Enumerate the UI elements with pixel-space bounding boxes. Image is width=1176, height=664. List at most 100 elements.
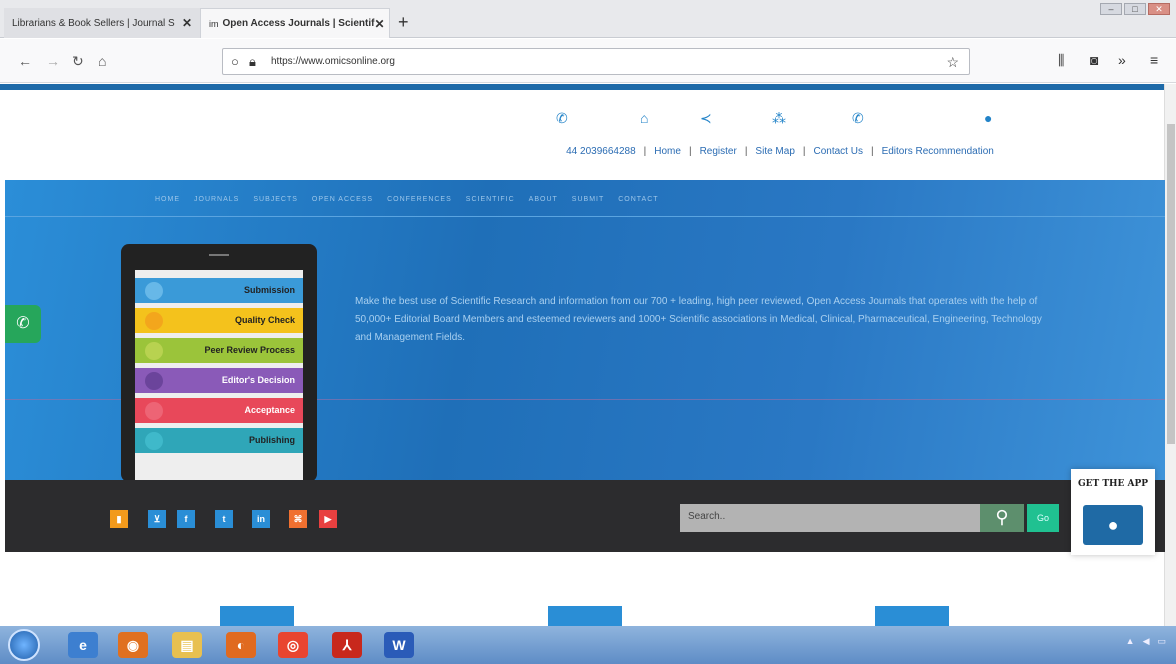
- step-label: Publishing: [249, 435, 295, 445]
- page-info-icon[interactable]: ○: [231, 54, 239, 69]
- maximize-button[interactable]: □: [1124, 3, 1146, 15]
- get-the-app-widget: GET THE APP ●: [1071, 469, 1155, 555]
- step-label: Submission: [243, 285, 295, 295]
- page-scrollbar[interactable]: [1164, 84, 1176, 626]
- feature-card[interactable]: [548, 606, 622, 626]
- pocket-icon[interactable]: ◙: [1090, 52, 1098, 68]
- monitor-icon: [145, 432, 163, 450]
- search-button[interactable]: ⚲: [980, 504, 1024, 532]
- step-peer-review: Peer Review Process: [135, 338, 303, 363]
- android-app-button[interactable]: ●: [1083, 505, 1143, 545]
- nav-item[interactable]: CONFERENCES: [387, 196, 452, 214]
- forward-arrow-icon[interactable]: →: [46, 53, 60, 69]
- nav-item[interactable]: JOURNALS: [194, 196, 239, 214]
- volume-icon[interactable]: ◀: [1143, 636, 1150, 647]
- chrome-icon[interactable]: ◎: [278, 632, 308, 658]
- browser-tab-1[interactable]: Librarians & Book Sellers | Journal S ✕: [4, 8, 200, 38]
- media-player-icon[interactable]: ◉: [118, 632, 148, 658]
- step-label: Peer Review Process: [204, 345, 295, 355]
- home-icon: ⌂: [640, 110, 649, 126]
- step-editors-decision: Editor's Decision: [135, 368, 303, 393]
- step-label: Acceptance: [244, 405, 295, 415]
- url-text[interactable]: https://www.omicsonline.org: [271, 56, 395, 67]
- overflow-chevron-icon[interactable]: »: [1118, 52, 1126, 68]
- scrollbar-thumb[interactable]: [1167, 124, 1175, 444]
- nav-item[interactable]: SUBMIT: [572, 196, 604, 214]
- close-window-button[interactable]: ✕: [1148, 3, 1170, 15]
- step-icon: [145, 402, 163, 420]
- nav-item[interactable]: CONTACT: [618, 196, 658, 214]
- screen: Librarians & Book Sellers | Journal S ✕ …: [0, 0, 1176, 664]
- divider: [5, 216, 1165, 217]
- word-icon[interactable]: W: [384, 632, 414, 658]
- firefox-icon[interactable]: ◐: [226, 632, 256, 658]
- close-tab-icon[interactable]: ✕: [374, 17, 384, 31]
- acrobat-icon[interactable]: ⅄: [332, 632, 362, 658]
- browser-tab-bar: Librarians & Book Sellers | Journal S ✕ …: [0, 0, 1176, 38]
- step-acceptance: Acceptance: [135, 398, 303, 423]
- hero-description: Make the best use of Scientific Research…: [355, 296, 1042, 343]
- feature-card[interactable]: [875, 606, 949, 626]
- contact-links: 44 2039664288 | Home | Register | Site M…: [490, 146, 1070, 157]
- phone-number[interactable]: 44 2039664288: [566, 146, 636, 157]
- home-icon[interactable]: ⌂: [98, 53, 106, 69]
- file-explorer-icon[interactable]: ▤: [172, 632, 202, 658]
- windows-taskbar: e ◉ ▤ ◐ ◎ ⅄ W ▲ ◀ ▭: [0, 626, 1176, 664]
- nav-item[interactable]: HOME: [155, 196, 180, 214]
- star-icon: [145, 342, 163, 360]
- bookmark-star-icon[interactable]: ☆: [946, 54, 959, 71]
- step-label: Quality Check: [234, 315, 295, 325]
- tablet-illustration: Submission Quality Check Peer Review Pro…: [121, 244, 317, 480]
- sitemap-icon: ⁂: [772, 110, 786, 126]
- contact-phone-icon: ✆: [852, 110, 864, 126]
- library-icon[interactable]: ⫼: [1058, 52, 1064, 69]
- reload-icon[interactable]: ↻: [72, 53, 84, 70]
- start-button[interactable]: [8, 629, 40, 661]
- facebook-icon[interactable]: f: [177, 510, 195, 528]
- cart-icon[interactable]: ⊻: [148, 510, 166, 528]
- publishing-process-infographic: Submission Quality Check Peer Review Pro…: [135, 270, 303, 480]
- separator: |: [744, 146, 748, 157]
- favicon-icon: im: [209, 18, 219, 29]
- social-search-bar: ▮ ⊻ f t in ⌘ ▶ Search.. ⚲ Go: [5, 480, 1165, 552]
- linkedin-icon[interactable]: in: [252, 510, 270, 528]
- link-site-map[interactable]: Site Map: [755, 146, 794, 157]
- nav-item[interactable]: SUBJECTS: [253, 196, 298, 214]
- nav-item[interactable]: SCIENTIFIC: [466, 196, 515, 214]
- nav-item[interactable]: ABOUT: [529, 196, 558, 214]
- feature-card[interactable]: [220, 606, 294, 626]
- minimize-button[interactable]: –: [1100, 3, 1122, 15]
- link-contact-us[interactable]: Contact Us: [814, 146, 863, 157]
- stats-icon[interactable]: ▮: [110, 510, 128, 528]
- search-placeholder: Search..: [688, 511, 726, 522]
- internet-explorer-icon[interactable]: e: [68, 632, 98, 658]
- youtube-icon[interactable]: ▶: [319, 510, 337, 528]
- window-controls: – □ ✕: [1100, 3, 1170, 15]
- link-editors-recommendation[interactable]: Editors Recommendation: [882, 146, 994, 157]
- link-home[interactable]: Home: [654, 146, 681, 157]
- go-button[interactable]: Go: [1027, 504, 1059, 532]
- close-tab-icon[interactable]: ✕: [182, 16, 192, 30]
- twitter-icon[interactable]: t: [215, 510, 233, 528]
- search-input[interactable]: Search..: [680, 504, 980, 532]
- address-bar[interactable]: ○ 🔒︎ https://www.omicsonline.org ☆: [222, 48, 970, 75]
- whatsapp-button[interactable]: ✆: [5, 305, 41, 343]
- rss-icon[interactable]: ⌘: [289, 510, 307, 528]
- separator: |: [870, 146, 874, 157]
- step-publishing: Publishing: [135, 428, 303, 453]
- back-arrow-icon[interactable]: ←: [18, 53, 32, 69]
- site-top-border: [0, 84, 1168, 90]
- menu-hamburger-icon[interactable]: ≡: [1150, 52, 1158, 68]
- link-register[interactable]: Register: [700, 146, 737, 157]
- network-icon[interactable]: ▲: [1126, 636, 1135, 647]
- nav-item[interactable]: OPEN ACCESS: [312, 196, 373, 214]
- get-app-label: GET THE APP: [1077, 479, 1149, 489]
- new-tab-button[interactable]: +: [398, 12, 409, 33]
- separator: |: [688, 146, 692, 157]
- clock[interactable]: ▭: [1157, 636, 1166, 647]
- step-label: Editor's Decision: [221, 375, 295, 385]
- step-quality-check: Quality Check: [135, 308, 303, 333]
- user-icon: [145, 372, 163, 390]
- browser-tab-2-active[interactable]: im Open Access Journals | Scientif ✕: [200, 8, 390, 38]
- hero-banner: HOME JOURNALS SUBJECTS OPEN ACCESS CONFE…: [5, 180, 1165, 480]
